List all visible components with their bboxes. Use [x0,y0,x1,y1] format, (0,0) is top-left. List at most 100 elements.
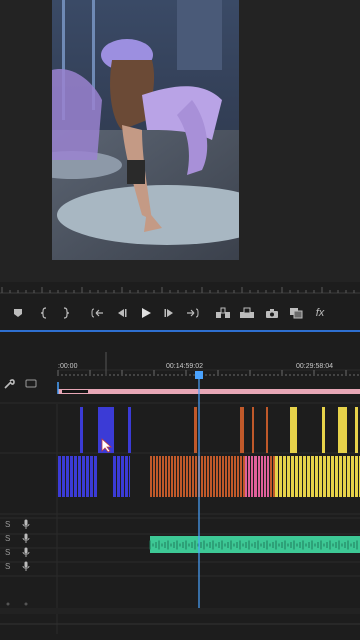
timeline-canvas[interactable] [0,334,360,640]
step-back-button[interactable] [112,304,130,322]
video-clip[interactable] [80,407,83,453]
insert-button[interactable] [214,304,232,322]
video-clip[interactable] [251,456,253,497]
video-clip[interactable] [264,456,266,497]
video-clip[interactable] [351,456,354,497]
solo-button[interactable]: S [5,534,10,543]
panel-focus-divider[interactable] [0,330,360,332]
work-area-handle[interactable] [62,390,88,393]
video-clip[interactable] [180,456,182,497]
video-clip[interactable] [315,456,318,497]
video-clip[interactable] [327,456,330,497]
video-clip[interactable] [165,456,167,497]
video-clip[interactable] [283,456,286,497]
video-clip[interactable] [194,407,197,453]
microphone-icon[interactable] [22,519,30,530]
microphone-icon[interactable] [22,533,30,544]
video-clip[interactable] [275,456,278,497]
play-button[interactable] [137,304,155,322]
go-to-out-button[interactable] [184,304,202,322]
video-clip[interactable] [195,456,197,497]
video-clip[interactable] [331,456,334,497]
video-clip[interactable] [228,456,230,497]
video-frame-image[interactable] [52,0,239,260]
marker-button[interactable] [9,304,27,322]
video-clip[interactable] [299,456,302,497]
video-clip[interactable] [210,456,212,497]
video-clip[interactable] [177,456,179,497]
video-clip[interactable] [237,456,239,497]
video-clip[interactable] [255,456,257,497]
microphone-icon[interactable] [22,547,30,558]
video-clip[interactable] [338,407,347,453]
video-clip[interactable] [339,456,342,497]
video-clip[interactable] [94,456,97,497]
video-clip[interactable] [319,456,322,497]
video-clip[interactable] [273,456,275,497]
video-clip[interactable] [258,456,260,497]
video-clip[interactable] [270,456,272,497]
video-clip[interactable] [125,456,128,497]
video-clip[interactable] [355,407,358,453]
work-area-bar[interactable] [58,389,360,394]
video-clip[interactable] [74,456,77,497]
video-clip[interactable] [307,456,310,497]
video-clip[interactable] [240,456,242,497]
video-clip[interactable] [295,456,298,497]
video-clip[interactable] [62,456,65,497]
video-clip[interactable] [287,456,290,497]
video-clip[interactable] [153,456,155,497]
video-clip[interactable] [248,456,250,497]
video-clip[interactable] [113,456,116,497]
export-frame-button[interactable] [263,304,281,322]
video-clip[interactable] [335,456,338,497]
solo-button[interactable]: S [5,548,10,557]
video-clip[interactable] [355,456,358,497]
video-clip[interactable] [240,407,244,453]
mark-out-button[interactable] [57,304,75,322]
compare-button[interactable] [287,304,305,322]
video-clip[interactable] [156,456,158,497]
fx-button[interactable]: fx [311,304,329,322]
video-clip[interactable] [128,407,131,453]
solo-button[interactable]: S [5,520,10,529]
wrench-icon[interactable] [4,379,15,389]
video-clip[interactable] [66,456,69,497]
video-clip[interactable] [121,456,124,497]
video-clip[interactable] [86,456,89,497]
video-clip[interactable] [78,456,81,497]
video-clip[interactable] [162,456,164,497]
video-clip[interactable] [207,456,209,497]
microphone-icon[interactable] [22,561,30,572]
video-clip[interactable] [254,456,255,497]
video-clip[interactable] [279,456,282,497]
video-clip[interactable] [291,456,294,497]
video-clip[interactable] [183,456,185,497]
video-clip[interactable] [252,407,254,453]
video-clip[interactable] [159,456,161,497]
video-clip[interactable] [168,456,170,497]
video-clip[interactable] [245,456,247,497]
video-clip[interactable] [174,456,176,497]
video-clip[interactable] [82,456,85,497]
video-clip[interactable] [290,407,297,453]
mark-in-button[interactable] [35,304,53,322]
video-clip[interactable] [216,456,218,497]
video-clip[interactable] [90,456,93,497]
video-clip[interactable] [129,456,130,497]
video-clip[interactable] [323,456,326,497]
video-clip[interactable] [171,456,173,497]
video-clip[interactable] [117,456,120,497]
video-clip[interactable] [222,456,224,497]
video-clip[interactable] [58,456,61,497]
video-clip[interactable] [231,456,233,497]
video-clip[interactable] [219,456,221,497]
preview-time-ruler[interactable] [0,284,360,298]
video-clip[interactable] [347,456,350,497]
video-clip[interactable] [189,456,191,497]
video-clip[interactable] [70,456,73,497]
video-clip[interactable] [343,456,346,497]
video-clip[interactable] [225,456,227,497]
video-clip[interactable] [213,456,215,497]
go-to-in-button[interactable] [88,304,106,322]
